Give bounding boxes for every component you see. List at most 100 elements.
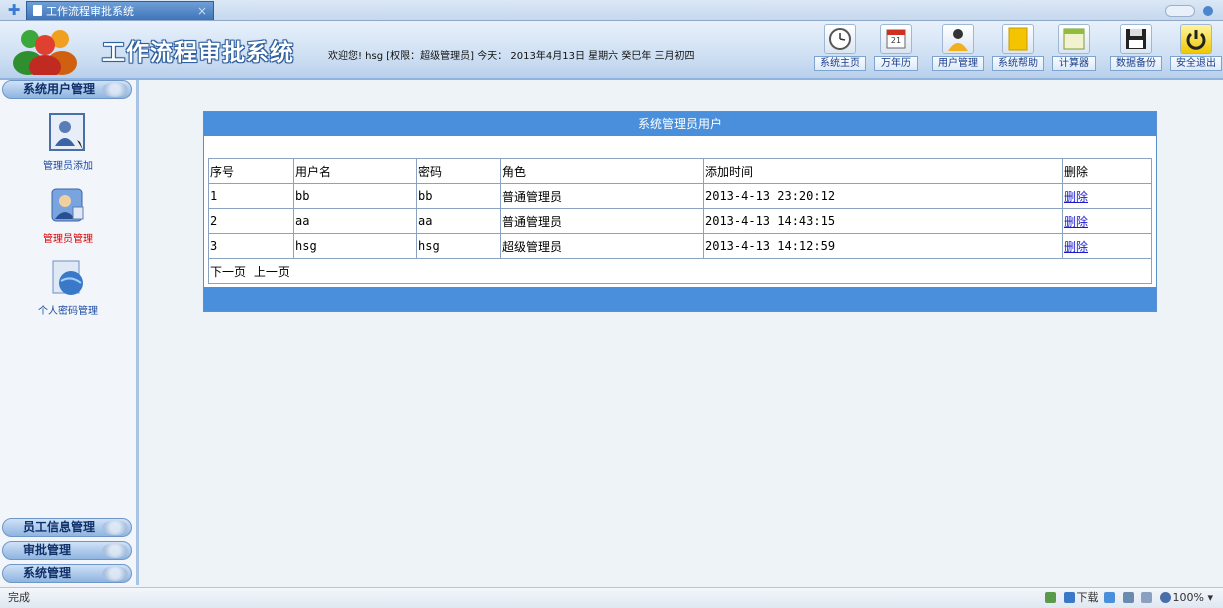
power-icon [1180, 24, 1212, 54]
cell-added-time: 2013-4-13 23:20:12 [703, 183, 1063, 209]
new-tab-icon[interactable]: ✚ [6, 1, 22, 19]
sidebar-item-admin-manage[interactable]: 管理员管理 [20, 185, 116, 245]
panel-title: 系统管理员用户 [204, 112, 1156, 136]
cell-username: bb [293, 183, 417, 209]
backup-button[interactable]: 数据备份 [1110, 24, 1162, 72]
column-header-role: 角色 [500, 158, 704, 184]
cell-no: 1 [208, 183, 294, 209]
delete-link[interactable]: 删除 [1064, 215, 1088, 229]
user-management-label: 用户管理 [932, 56, 984, 71]
cell-delete: 删除 [1062, 183, 1152, 209]
cell-role: 普通管理员 [500, 183, 704, 209]
speaker-icon[interactable] [1141, 592, 1153, 603]
help-icon [1002, 24, 1034, 54]
sidebar-item-admin-add[interactable]: 管理员添加 [20, 112, 116, 172]
calendar-icon: 21 [880, 24, 912, 54]
zoom-icon[interactable] [1159, 592, 1171, 603]
app-title: 工作流程审批系统 [102, 39, 294, 66]
cell-username: aa [293, 208, 417, 234]
delete-link[interactable]: 删除 [1064, 240, 1088, 254]
app-header: 工作流程审批系统 欢迎您! hsg [权限：超级管理员] 今天： 2013年4月… [0, 21, 1223, 80]
chevron-down-icon[interactable]: ▾ [1207, 591, 1213, 604]
download-label[interactable]: 下载 [1077, 591, 1099, 604]
calculator-label: 计算器 [1052, 56, 1096, 71]
pager-row: 下一页 上一页 [208, 258, 1152, 284]
sidebar-section-label: 系统管理 [23, 566, 72, 580]
next-page-link[interactable]: 下一页 [210, 265, 246, 279]
gear-icon [102, 566, 128, 581]
floppy-disk-icon [1120, 24, 1152, 54]
cell-role: 普通管理员 [500, 208, 704, 234]
sidebar-section-label: 审批管理 [23, 543, 72, 557]
sidebar-item-label: 管理员添加 [43, 161, 93, 172]
cell-no: 2 [208, 208, 294, 234]
logo-people-icon [13, 30, 77, 75]
sidebar-section-employee-info[interactable]: 员工信息管理 [2, 518, 132, 537]
browser-status-bar: 完成 下载 100% ▾ [0, 587, 1223, 608]
sidebar-section-label: 系统用户管理 [23, 82, 96, 96]
browser-tab[interactable]: 工作流程审批系统 × [26, 1, 214, 20]
table-row: 2 aa aa 普通管理员 2013-4-13 14:43:15 删除 [208, 208, 1152, 234]
sidebar: 系统用户管理 管理员添加 管理员管理 个人密码管理 员工信息管理 审批管理 系统… [0, 80, 139, 585]
status-text: 完成 [8, 591, 30, 604]
user-management-button[interactable]: 用户管理 [932, 24, 984, 72]
sidebar-section-system-users[interactable]: 系统用户管理 [2, 80, 132, 99]
calendar-button[interactable]: 21 万年历 [874, 24, 918, 72]
sidebar-item-label: 管理员管理 [43, 234, 93, 245]
tab-close-icon[interactable]: × [197, 2, 207, 21]
print-icon[interactable] [1122, 592, 1134, 603]
gear-icon [102, 82, 128, 97]
download-arrow-icon [1063, 592, 1075, 603]
cell-username: hsg [293, 233, 417, 259]
table-row: 1 bb bb 普通管理员 2013-4-13 23:20:12 删除 [208, 183, 1152, 209]
sidebar-section-approval[interactable]: 审批管理 [2, 541, 132, 560]
logout-label: 安全退出 [1170, 56, 1222, 71]
calculator-icon [1058, 24, 1090, 54]
cell-password: hsg [416, 233, 501, 259]
cell-delete: 删除 [1062, 208, 1152, 234]
home-button[interactable]: 系统主页 [814, 24, 866, 72]
tab-title: 工作流程审批系统 [46, 5, 134, 18]
cell-role: 超级管理员 [500, 233, 704, 259]
calendar-day: 21 [890, 36, 902, 45]
cell-added-time: 2013-4-13 14:43:15 [703, 208, 1063, 234]
clock-icon [824, 24, 856, 54]
logout-button[interactable]: 安全退出 [1170, 24, 1222, 72]
sidebar-item-password-manage[interactable]: 个人密码管理 [20, 257, 116, 317]
pager: 下一页 上一页 [208, 258, 1152, 284]
sidebar-section-system[interactable]: 系统管理 [2, 564, 132, 583]
gear-icon [102, 520, 128, 535]
gear-icon [102, 543, 128, 558]
welcome-text: 欢迎您! hsg [权限：超级管理员] 今天： 2013年4月13日 星期六 癸… [328, 51, 695, 62]
sidebar-section-label: 员工信息管理 [23, 520, 96, 534]
column-header-username: 用户名 [293, 158, 417, 184]
cell-password: bb [416, 183, 501, 209]
delete-link[interactable]: 删除 [1064, 190, 1088, 204]
sidebar-item-label: 个人密码管理 [38, 306, 98, 317]
minimize-control[interactable] [1165, 4, 1195, 17]
menu-dot-icon[interactable] [1203, 5, 1213, 16]
calendar-label: 万年历 [874, 56, 918, 71]
cell-added-time: 2013-4-13 14:12:59 [703, 233, 1063, 259]
column-header-delete: 删除 [1062, 158, 1152, 184]
admin-users-table: 序号 用户名 密码 角色 添加时间 删除 1 bb bb 普通管理员 2013-… [208, 158, 1152, 284]
window-controls [1165, 3, 1213, 17]
cell-password: aa [416, 208, 501, 234]
page-info-icon[interactable] [1045, 592, 1057, 603]
admin-users-panel: 系统管理员用户 序号 用户名 密码 角色 添加时间 删除 1 bb bb 普通管… [203, 111, 1157, 312]
browser-tab-bar: ✚ 工作流程审批系统 × [0, 0, 1223, 21]
network-icon[interactable] [1104, 592, 1116, 603]
panel-footer [204, 287, 1156, 311]
zoom-level[interactable]: 100% [1173, 591, 1204, 604]
password-globe-icon [47, 257, 89, 299]
calculator-button[interactable]: 计算器 [1052, 24, 1096, 72]
column-header-no: 序号 [208, 158, 294, 184]
cell-delete: 删除 [1062, 233, 1152, 259]
help-button[interactable]: 系统帮助 [992, 24, 1044, 72]
user-icon [942, 24, 974, 54]
admin-add-icon [47, 112, 89, 154]
prev-page-link[interactable]: 上一页 [254, 265, 290, 279]
column-header-added-time: 添加时间 [703, 158, 1063, 184]
help-label: 系统帮助 [992, 56, 1044, 71]
column-header-password: 密码 [416, 158, 501, 184]
